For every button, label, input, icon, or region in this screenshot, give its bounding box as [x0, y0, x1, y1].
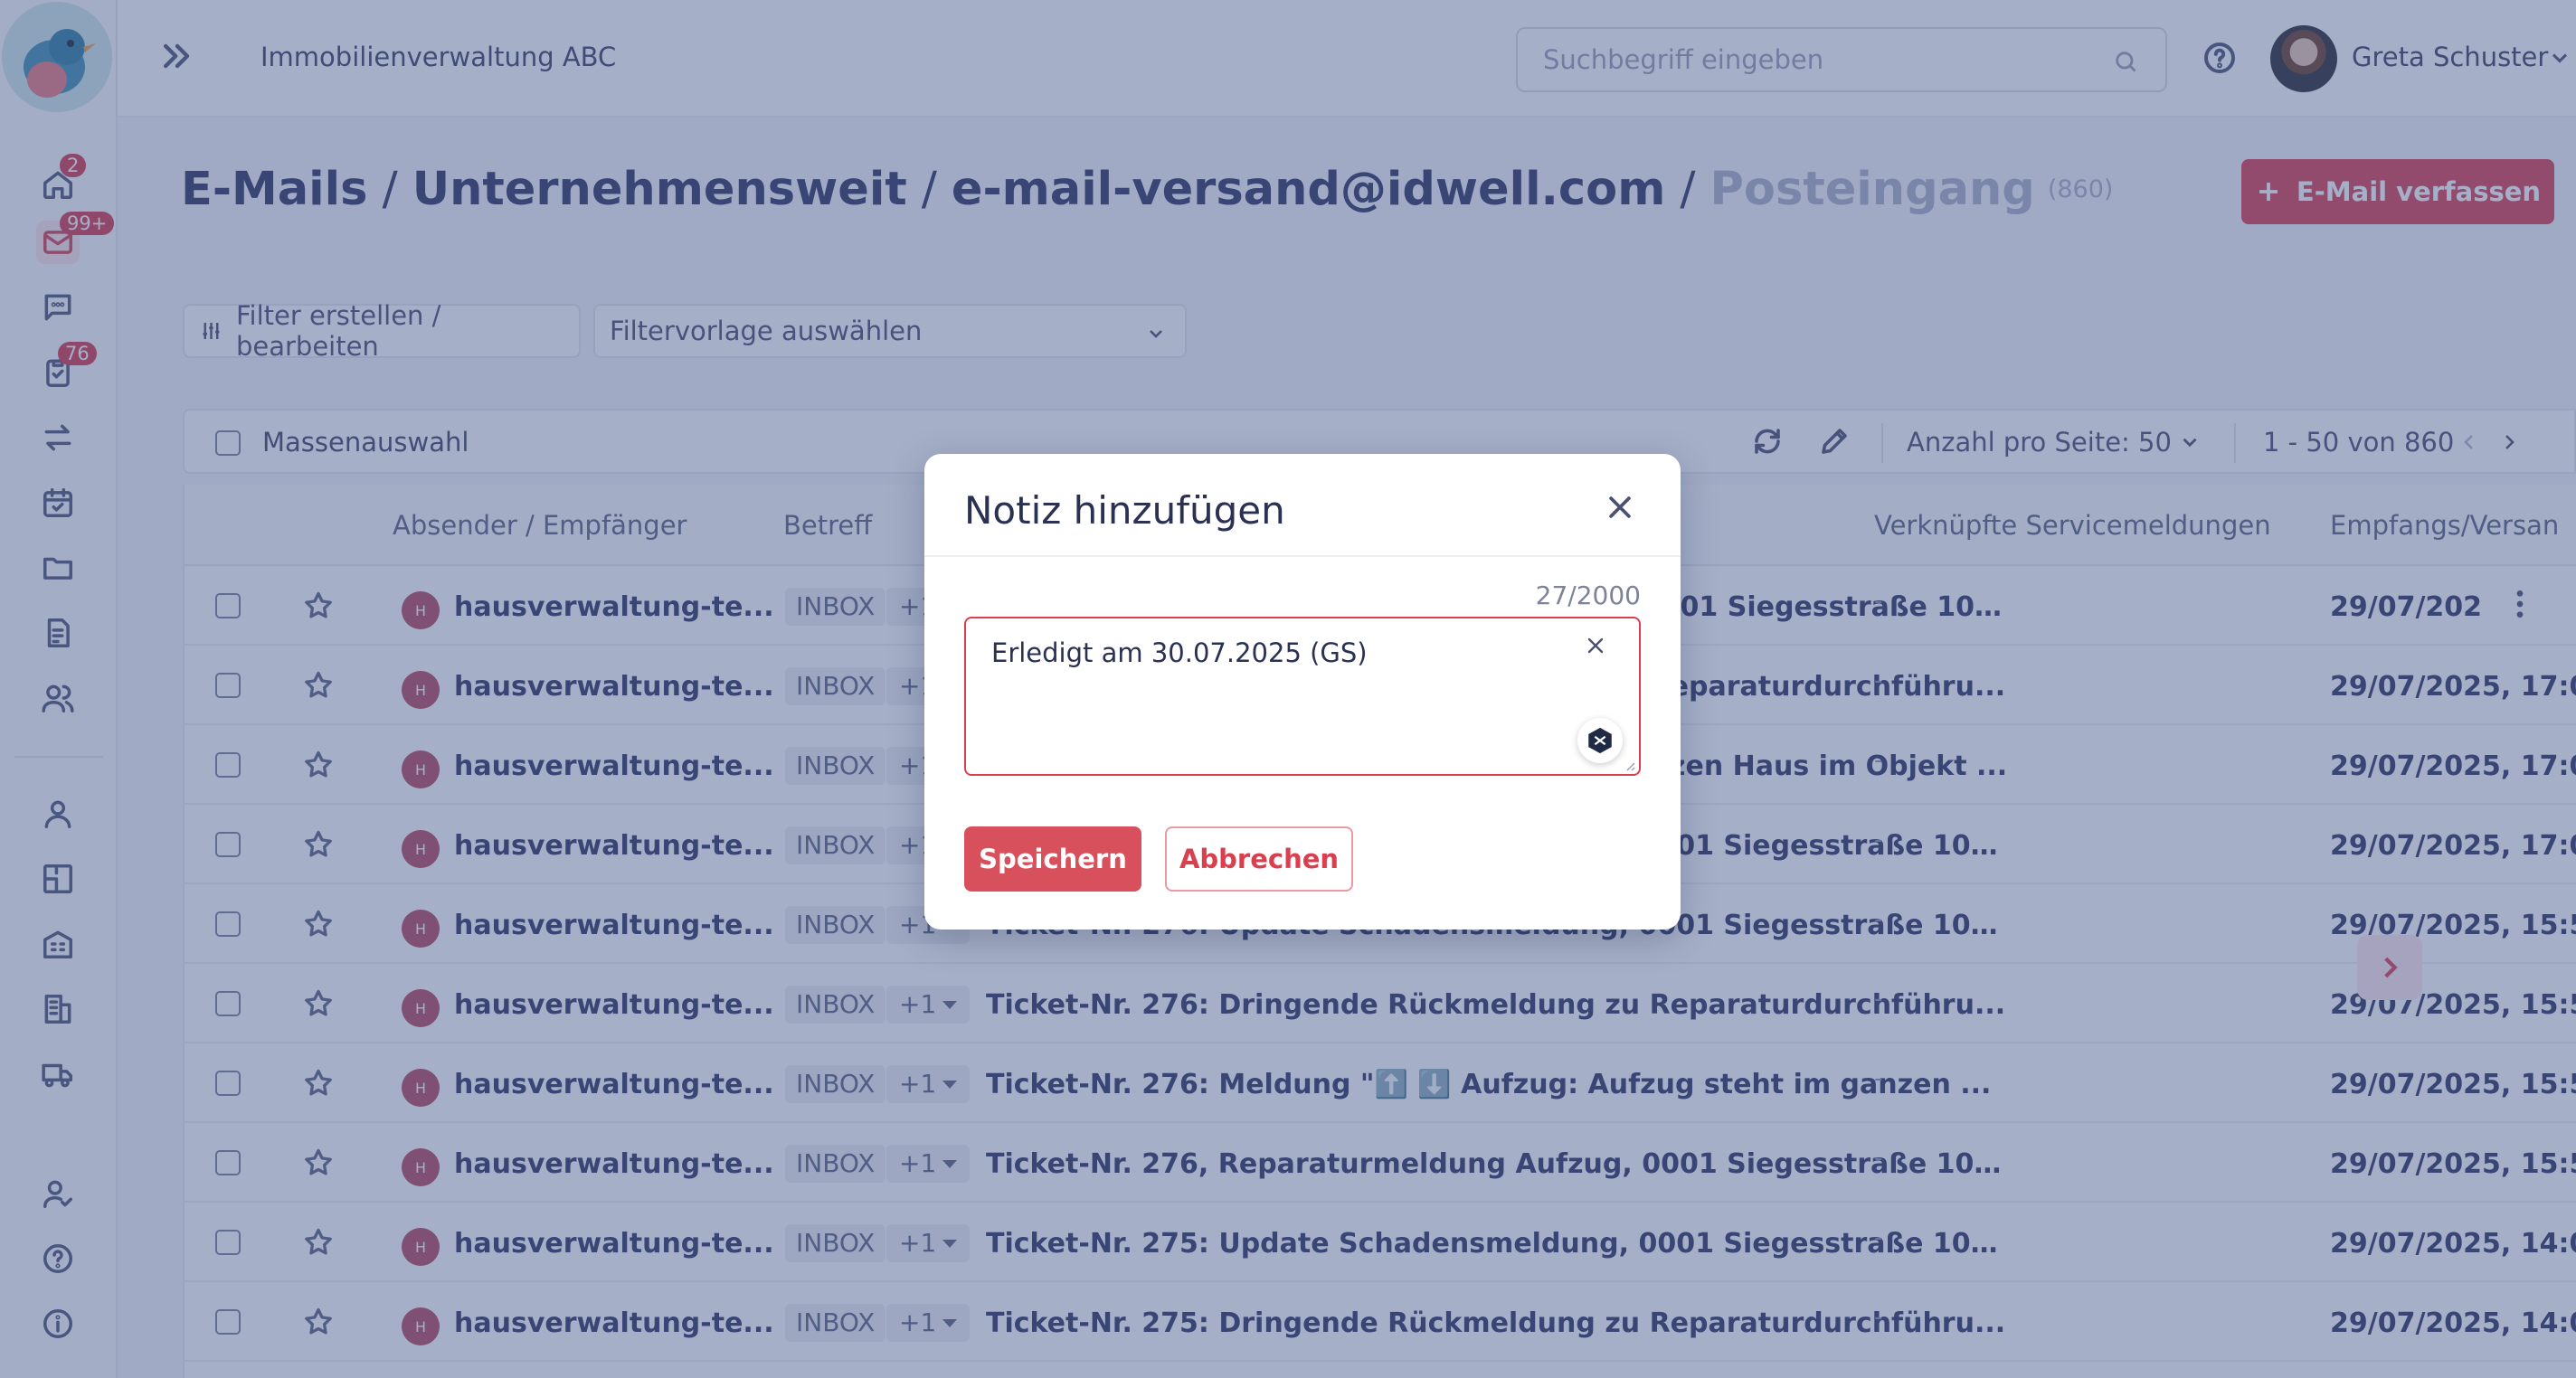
- note-textarea[interactable]: Erledigt am 30.07.2025 (GS): [991, 635, 1570, 752]
- add-note-dialog: Notiz hinzufügen 27/2000 Erledigt am 30.…: [924, 454, 1681, 930]
- dialog-title: Notiz hinzufügen: [964, 488, 1285, 533]
- clear-icon[interactable]: [1585, 635, 1612, 662]
- note-field: Erledigt am 30.07.2025 (GS): [964, 617, 1641, 776]
- resize-handle[interactable]: [1623, 758, 1635, 771]
- character-counter: 27/2000: [1535, 580, 1641, 610]
- cancel-button[interactable]: Abbrechen: [1165, 826, 1353, 892]
- ai-assistant-icon[interactable]: [1577, 718, 1623, 763]
- close-icon[interactable]: [1605, 492, 1641, 528]
- dialog-header: Notiz hinzufügen: [924, 454, 1681, 557]
- save-button[interactable]: Speichern: [964, 826, 1141, 892]
